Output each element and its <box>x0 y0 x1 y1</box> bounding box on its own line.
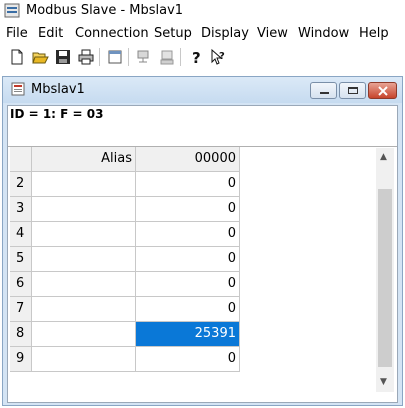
row-header[interactable]: 6 <box>10 272 32 297</box>
row-header[interactable]: 9 <box>10 347 32 372</box>
app-title: Modbus Slave - Mbslav1 <box>26 3 184 18</box>
close-icon <box>378 86 388 96</box>
value-cell[interactable]: 0 <box>136 197 240 222</box>
maximize-button[interactable] <box>339 82 366 99</box>
print-icon[interactable] <box>77 48 95 66</box>
menu-help[interactable]: Help <box>359 26 389 41</box>
menu-display[interactable]: Display <box>201 26 249 41</box>
disconnect-icon[interactable] <box>158 48 176 66</box>
toolbar-separator <box>99 48 100 66</box>
menu-connection[interactable]: Connection <box>75 26 149 41</box>
alias-cell[interactable] <box>32 347 136 372</box>
close-button[interactable] <box>368 82 397 99</box>
value-cell[interactable]: 0 <box>136 172 240 197</box>
minimize-button[interactable] <box>310 82 337 99</box>
value-cell[interactable]: 0 <box>136 272 240 297</box>
svg-text:?: ? <box>192 49 201 66</box>
menu-window[interactable]: Window <box>298 26 349 41</box>
value-cell[interactable]: 0 <box>136 247 240 272</box>
save-icon[interactable] <box>54 48 72 66</box>
alias-cell[interactable] <box>32 322 136 347</box>
alias-cell[interactable] <box>32 272 136 297</box>
app-icon <box>4 3 20 18</box>
window-icon[interactable] <box>106 48 124 66</box>
row-header[interactable]: 7 <box>10 297 32 322</box>
value-cell[interactable]: 0 <box>136 347 240 372</box>
child-titlebar[interactable]: Mbslav1 <box>3 77 402 103</box>
row-header[interactable]: 4 <box>10 222 32 247</box>
svg-text:?: ? <box>219 51 225 62</box>
context-help-icon[interactable]: ? <box>210 48 228 66</box>
help-icon[interactable]: ? <box>187 48 205 66</box>
row-header[interactable]: 3 <box>10 197 32 222</box>
alias-cell[interactable] <box>32 172 136 197</box>
menu-view[interactable]: View <box>257 26 288 41</box>
app-titlebar: Modbus Slave - Mbslav1 <box>0 0 405 22</box>
alias-cell[interactable] <box>32 222 136 247</box>
menu-edit[interactable]: Edit <box>38 26 63 41</box>
alias-cell[interactable] <box>32 247 136 272</box>
menu-file[interactable]: File <box>6 26 28 41</box>
vertical-scrollbar[interactable]: ▲ ▼ <box>376 148 394 392</box>
open-icon[interactable] <box>31 48 49 66</box>
slave-info-label: ID = 1: F = 03 <box>10 107 104 121</box>
row-header[interactable]: 2 <box>10 172 32 197</box>
connect-icon[interactable] <box>135 48 153 66</box>
toolbar: ? ? <box>0 45 405 69</box>
minimize-icon <box>320 92 329 94</box>
alias-cell[interactable] <box>32 197 136 222</box>
alias-cell[interactable] <box>32 297 136 322</box>
menu-setup[interactable]: Setup <box>154 26 192 41</box>
maximize-icon <box>348 87 358 94</box>
alias-header[interactable]: Alias <box>32 147 136 172</box>
toolbar-separator <box>180 48 181 66</box>
value-cell[interactable]: 0 <box>136 222 240 247</box>
toolbar-separator <box>128 48 129 66</box>
scrollbar-thumb[interactable] <box>378 189 392 367</box>
child-title: Mbslav1 <box>31 82 85 97</box>
scroll-down-icon[interactable]: ▼ <box>380 377 387 387</box>
row-header[interactable]: 5 <box>10 247 32 272</box>
column-header[interactable]: 00000 <box>136 147 240 172</box>
new-icon[interactable] <box>8 48 26 66</box>
grid-corner <box>10 147 32 172</box>
value-cell[interactable]: 0 <box>136 297 240 322</box>
scroll-up-icon[interactable]: ▲ <box>380 152 387 162</box>
document-icon <box>11 82 25 96</box>
row-header[interactable]: 8 <box>10 322 32 347</box>
menu-bar: File Edit Connection Setup Display View … <box>0 23 405 44</box>
value-cell-selected[interactable]: 25391 <box>136 322 240 347</box>
